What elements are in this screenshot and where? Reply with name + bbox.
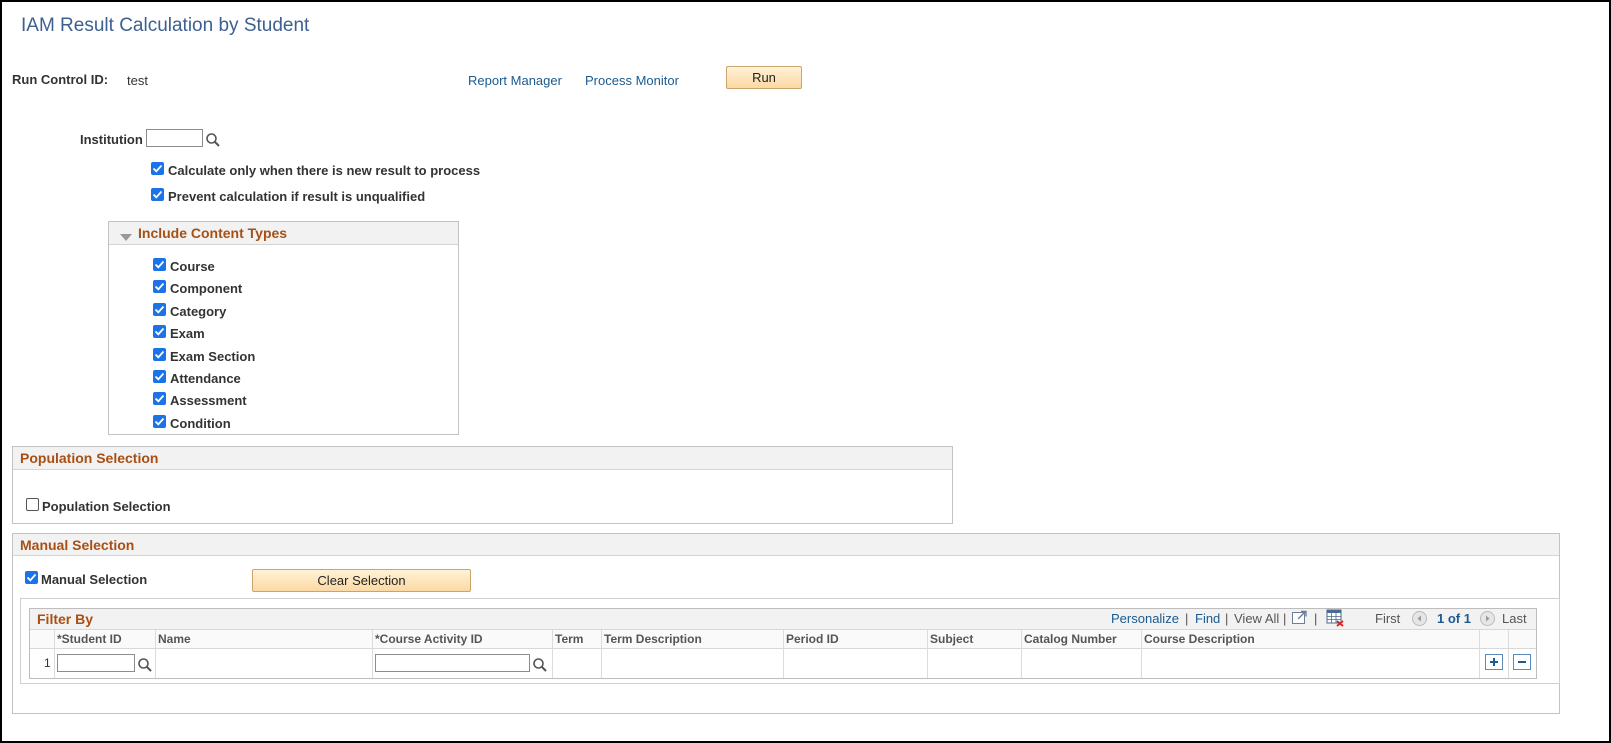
run-button[interactable]: Run xyxy=(726,66,802,89)
col-catalog-number[interactable]: Catalog Number xyxy=(1024,632,1117,646)
previous-page-icon[interactable] xyxy=(1412,611,1427,626)
personalize-link[interactable]: Personalize xyxy=(1111,611,1179,626)
separator: | xyxy=(1225,611,1229,626)
column-divider xyxy=(783,629,784,678)
run-control-value: test xyxy=(127,73,148,88)
content-type-label: Component xyxy=(170,281,243,296)
column-divider xyxy=(552,629,553,678)
find-link[interactable]: Find xyxy=(1195,611,1220,626)
view-all-link[interactable]: View All xyxy=(1234,611,1279,626)
separator: | xyxy=(1185,611,1189,626)
delete-row-icon[interactable] xyxy=(1513,654,1531,670)
last-label[interactable]: Last xyxy=(1502,611,1527,626)
content-type-label: Exam Section xyxy=(170,349,256,364)
content-type-checkbox[interactable] xyxy=(153,280,166,293)
col-subject[interactable]: Subject xyxy=(930,632,973,646)
institution-label: Institution xyxy=(80,132,143,147)
student-id-input[interactable] xyxy=(57,654,135,672)
separator: | xyxy=(1314,611,1318,626)
column-divider xyxy=(1479,629,1480,678)
content-type-checkbox[interactable] xyxy=(153,303,166,316)
filter-toolbar xyxy=(30,609,1536,630)
population-checkbox-label: Population Selection xyxy=(42,499,171,514)
content-type-label: Condition xyxy=(170,416,231,431)
col-course-description[interactable]: Course Description xyxy=(1144,632,1255,646)
process-monitor-link[interactable]: Process Monitor xyxy=(585,73,679,88)
col-term-description[interactable]: Term Description xyxy=(604,632,702,646)
content-types-header[interactable]: Include Content Types xyxy=(109,222,458,245)
institution-search-icon[interactable] xyxy=(205,132,221,148)
filter-title: Filter By xyxy=(37,611,94,627)
page-frame: IAM Result Calculation by Student Run Co… xyxy=(0,0,1611,743)
row-number: 1 xyxy=(44,656,51,670)
population-title: Population Selection xyxy=(20,450,159,466)
manual-title: Manual Selection xyxy=(20,537,135,553)
first-label[interactable]: First xyxy=(1375,611,1400,626)
course-activity-search-icon[interactable] xyxy=(532,657,548,673)
manual-checkbox-label: Manual Selection xyxy=(41,572,148,587)
page-info: 1 of 1 xyxy=(1437,611,1471,626)
content-type-label: Assessment xyxy=(170,393,247,408)
content-type-label: Exam xyxy=(170,326,205,341)
column-divider xyxy=(1141,629,1142,678)
unqualified-label: Prevent calculation if result is unquali… xyxy=(168,189,426,204)
next-page-icon[interactable] xyxy=(1480,611,1495,626)
clear-selection-button[interactable]: Clear Selection xyxy=(252,569,471,592)
unqualified-checkbox[interactable] xyxy=(151,188,164,201)
population-checkbox[interactable] xyxy=(26,498,39,511)
content-types-title: Include Content Types xyxy=(138,225,288,241)
column-divider xyxy=(601,629,602,678)
zoom-grid-icon[interactable] xyxy=(1292,610,1308,630)
column-divider xyxy=(54,629,55,678)
content-type-checkbox[interactable] xyxy=(153,258,166,271)
course-activity-id-input[interactable] xyxy=(375,654,530,672)
institution-input[interactable] xyxy=(146,129,203,147)
new-result-checkbox[interactable] xyxy=(151,162,164,175)
new-result-label: Calculate only when there is new result … xyxy=(168,163,481,178)
content-type-checkbox[interactable] xyxy=(153,348,166,361)
column-divider xyxy=(372,629,373,678)
col-name[interactable]: Name xyxy=(158,632,191,646)
manual-checkbox[interactable] xyxy=(25,571,38,584)
col-period-id[interactable]: Period ID xyxy=(786,632,839,646)
content-type-checkbox[interactable] xyxy=(153,325,166,338)
content-type-label: Course xyxy=(170,259,215,274)
column-divider xyxy=(1021,629,1022,678)
collapse-triangle-icon[interactable] xyxy=(120,229,132,247)
population-header: Population Selection xyxy=(13,447,952,470)
column-divider xyxy=(155,629,156,678)
col-student-id[interactable]: *Student ID xyxy=(57,632,122,646)
manual-header: Manual Selection xyxy=(13,534,1559,556)
column-divider xyxy=(927,629,928,678)
student-id-search-icon[interactable] xyxy=(137,657,153,673)
separator: | xyxy=(1283,611,1287,626)
content-type-label: Category xyxy=(170,304,227,319)
col-term[interactable]: Term xyxy=(555,632,583,646)
add-row-icon[interactable] xyxy=(1485,654,1503,670)
col-course-activity-id[interactable]: *Course Activity ID xyxy=(375,632,483,646)
report-manager-link[interactable]: Report Manager xyxy=(468,73,562,88)
column-divider xyxy=(1508,629,1509,678)
content-type-checkbox[interactable] xyxy=(153,392,166,405)
content-type-checkbox[interactable] xyxy=(153,415,166,428)
download-spreadsheet-icon[interactable] xyxy=(1326,609,1344,632)
content-type-checkbox[interactable] xyxy=(153,370,166,383)
run-control-label: Run Control ID: xyxy=(12,72,109,87)
content-type-label: Attendance xyxy=(170,371,241,386)
page-title: IAM Result Calculation by Student xyxy=(21,15,310,36)
